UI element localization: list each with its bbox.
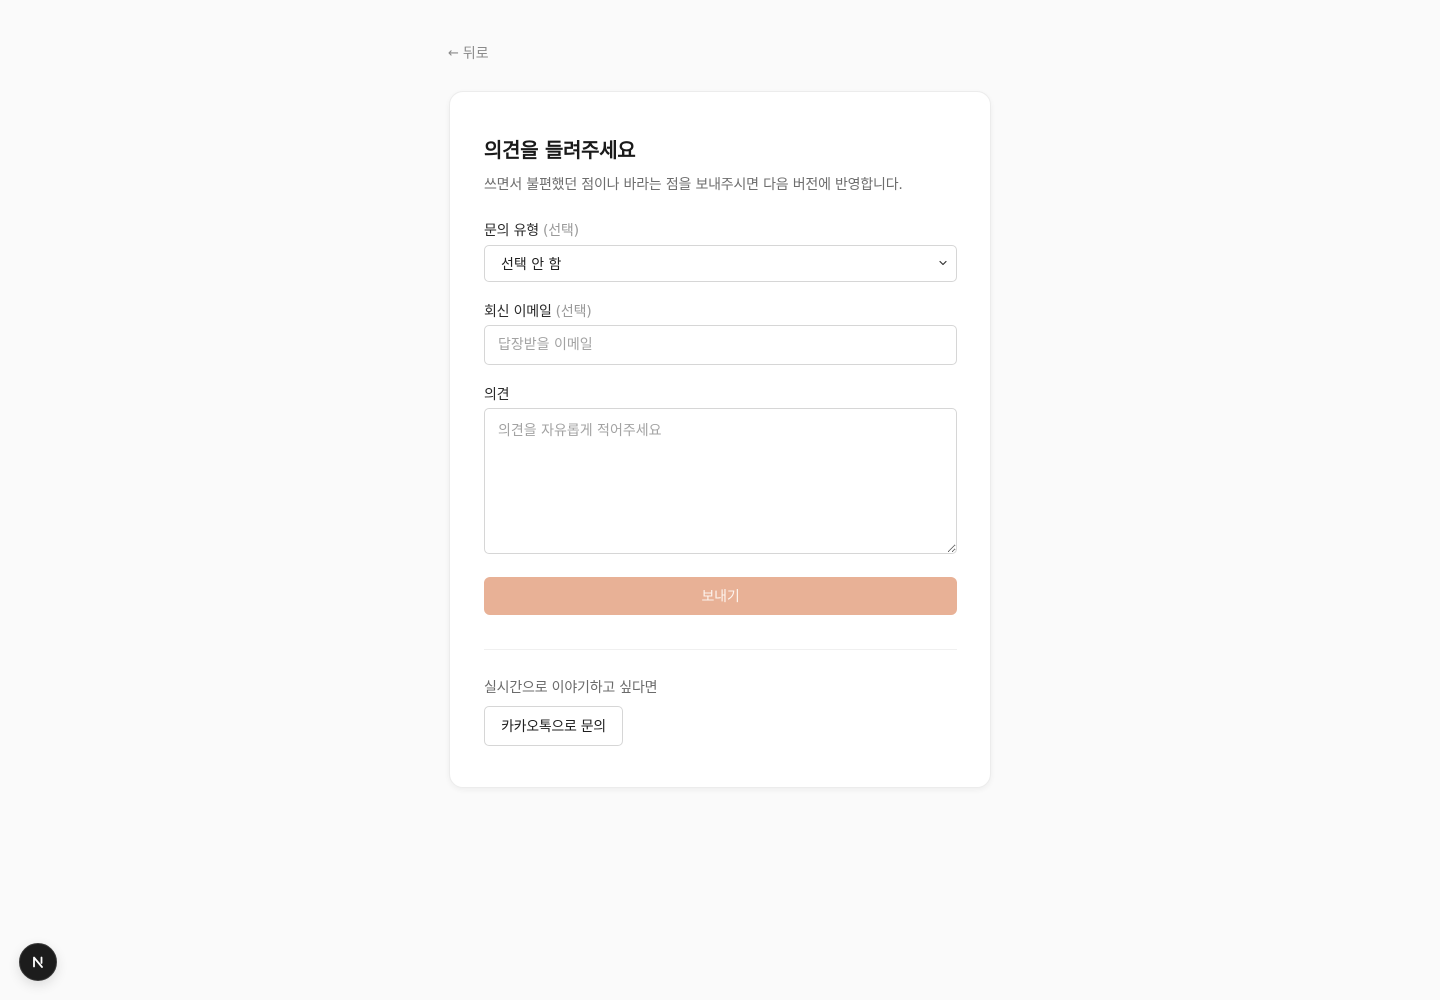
submit-button[interactable]: 보내기 <box>484 577 957 615</box>
feedback-label-text: 의견 <box>484 387 510 403</box>
inquiry-type-label: 문의 유형 (선택) <box>484 220 579 240</box>
arrow-left-icon: ← <box>448 45 459 61</box>
inquiry-type-select[interactable]: 선택 안 함 <box>484 245 957 282</box>
kakao-inquiry-button[interactable]: 카카오톡으로 문의 <box>484 706 623 746</box>
reply-email-optional-tag: (선택) <box>555 304 592 320</box>
divider <box>484 649 957 650</box>
page-title: 의견을 들려주세요 <box>484 138 636 162</box>
feedback-page: ← 뒤로 의견을 들려주세요 쓰면서 불편했던 점이나 바라는 점을 보내주시면… <box>0 0 1440 1000</box>
nextjs-logo-icon <box>33 956 43 968</box>
reply-email-input[interactable] <box>484 325 957 365</box>
nextjs-dev-badge[interactable] <box>19 943 57 981</box>
back-link-label: 뒤로 <box>462 46 489 62</box>
inquiry-type-optional-tag: (선택) <box>542 223 579 239</box>
feedback-textarea[interactable] <box>484 408 957 554</box>
inquiry-type-label-text: 문의 유형 <box>484 223 539 239</box>
chevron-down-icon <box>939 260 947 266</box>
back-link[interactable]: ← 뒤로 <box>448 43 489 63</box>
reply-email-label-text: 회신 이메일 <box>484 304 552 320</box>
feedback-card: 의견을 들려주세요 쓰면서 불편했던 점이나 바라는 점을 보내주시면 다음 버… <box>449 91 991 788</box>
feedback-label: 의견 <box>484 384 510 404</box>
reply-email-label: 회신 이메일 (선택) <box>484 301 592 321</box>
inquiry-type-selected-value: 선택 안 함 <box>501 256 562 273</box>
page-subtitle: 쓰면서 불편했던 점이나 바라는 점을 보내주시면 다음 버전에 반영합니다. <box>484 177 903 193</box>
realtime-label: 실시간으로 이야기하고 싶다면 <box>484 680 658 696</box>
